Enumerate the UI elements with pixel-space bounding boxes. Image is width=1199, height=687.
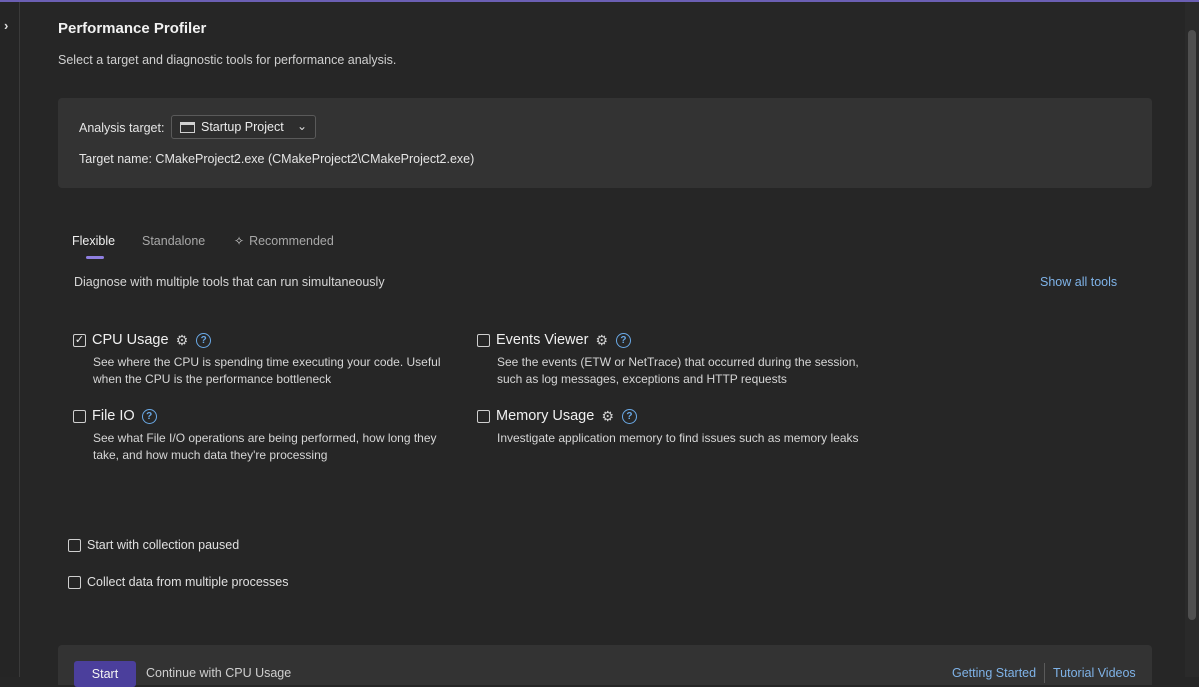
memory-usage-checkbox[interactable] [477,409,490,423]
action-footer: Start Continue with CPU Usage Getting St… [58,645,1152,687]
option-label: Collect data from multiple processes [87,575,289,589]
window-top-border [0,0,1199,2]
tool-description: See the events (ETW or NetTrace) that oc… [497,355,859,386]
analysis-target-label: Analysis target: [79,121,165,135]
start-button[interactable]: Start [74,661,136,687]
tool-description: See where the CPU is spending time execu… [93,355,441,386]
getting-started-link[interactable]: Getting Started [952,666,1036,680]
events-viewer-checkbox[interactable] [477,333,490,347]
option-start-paused[interactable]: Start with collection paused [68,538,239,552]
multiple-processes-checkbox[interactable] [68,575,81,589]
tool-description: Investigate application memory to find i… [497,431,859,445]
page-title: Performance Profiler [58,20,207,37]
tool-description: See what File I/O operations are being p… [93,431,437,462]
help-icon[interactable]: ? [615,332,631,348]
tool-file-io: File IO ? See what File I/O operations a… [73,406,453,464]
tool-events-viewer: Events Viewer ⚙ ? See the events (ETW or… [477,330,859,388]
tools-description: Diagnose with multiple tools that can ru… [74,275,385,289]
show-all-tools-link[interactable]: Show all tools [1040,275,1117,289]
scrollbar-thumb[interactable] [1188,30,1196,620]
target-name-text: Target name: CMakeProject2.exe (CMakePro… [79,152,475,166]
gear-icon[interactable]: ⚙ [601,408,614,425]
cpu-usage-checkbox[interactable]: ✓ [73,333,86,347]
tool-name: CPU Usage [92,332,169,348]
file-io-checkbox[interactable] [73,409,86,423]
chevron-right-icon[interactable]: › [4,18,8,33]
tool-name: Events Viewer [496,332,589,348]
vertical-scrollbar[interactable] [1185,2,1199,677]
tool-cpu-usage: ✓ CPU Usage ⚙ ? See where the CPU is spe… [73,330,453,388]
chevron-down-icon: ⌄ [296,119,307,133]
continue-text: Continue with CPU Usage [146,666,292,680]
option-label: Start with collection paused [87,538,240,552]
collapsed-sidebar[interactable]: › [0,2,20,677]
start-paused-checkbox[interactable] [68,538,81,552]
analysis-target-panel: Analysis target: Startup Project ⌄ Targe… [58,98,1152,188]
gear-icon[interactable]: ⚙ [595,332,608,349]
tab-recommended-label: Recommended [249,234,334,248]
help-icon[interactable]: ? [621,408,637,424]
gear-icon[interactable]: ⚙ [176,332,189,349]
sparkle-icon: ✧ [234,234,245,248]
option-multiple-processes[interactable]: Collect data from multiple processes [68,575,288,589]
page-subtitle: Select a target and diagnostic tools for… [58,53,397,67]
analysis-target-value: Startup Project [201,120,284,134]
window-icon [180,121,195,133]
tool-memory-usage: Memory Usage ⚙ ? Investigate application… [477,406,859,447]
help-icon[interactable]: ? [141,408,157,424]
active-tab-indicator [86,256,104,259]
tab-recommended[interactable]: ✧ Recommended [234,234,334,248]
tool-name: File IO [92,408,135,424]
help-icon[interactable]: ? [196,332,212,348]
analysis-target-dropdown[interactable]: Startup Project ⌄ [171,115,316,139]
tutorial-videos-link[interactable]: Tutorial Videos [1053,666,1136,680]
tool-name: Memory Usage [496,408,595,424]
footer-divider [1044,663,1045,683]
tab-standalone[interactable]: Standalone [142,234,205,248]
tab-flexible[interactable]: Flexible [72,234,115,248]
